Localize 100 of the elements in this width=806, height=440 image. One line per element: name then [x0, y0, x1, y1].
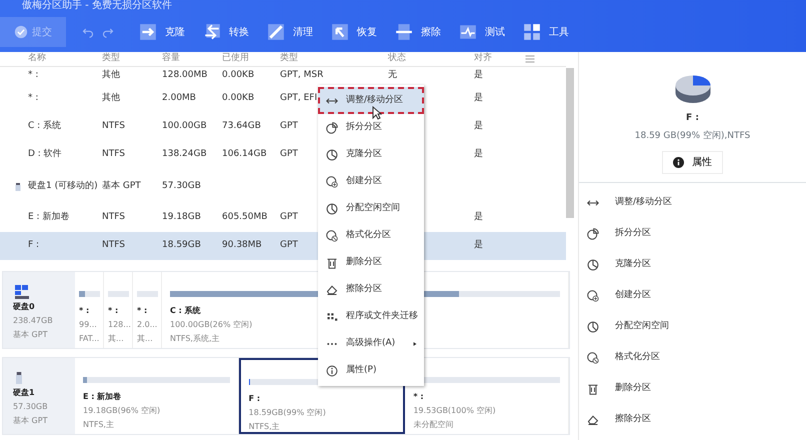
table-cell: 19.18GB	[162, 212, 201, 222]
scrollbar[interactable]	[566, 68, 574, 218]
table-cell: D : 软件	[28, 149, 62, 160]
action-item[interactable]: 调整/移动分区	[579, 187, 806, 218]
menu-item[interactable]: 擦除分区	[318, 276, 424, 303]
table-cell: 基本 GPT	[102, 180, 141, 191]
pie-icon	[587, 258, 599, 270]
pulse-icon	[459, 23, 477, 41]
partition-size: 19.18GB(96% 空闲)	[83, 405, 160, 417]
action-item[interactable]: 擦除分区	[579, 404, 806, 435]
action-item[interactable]: 删除分区	[579, 373, 806, 404]
table-cell: GPT	[280, 240, 298, 250]
menu-item[interactable]: 拆分分区	[318, 114, 424, 141]
table-cell: * :	[28, 93, 38, 104]
table-cell: 90.38MB	[222, 240, 262, 250]
table-cell: 硬盘1 (可移动的)	[28, 180, 98, 191]
disk-name: 硬盘1	[13, 387, 36, 399]
table-cell: C : 系统	[28, 121, 62, 132]
column-menu-icon	[524, 53, 536, 65]
menu-item[interactable]: 高级操作(A)	[318, 330, 424, 357]
partition-size: 100.00GB(26% 空闲)	[170, 319, 252, 331]
menu-item[interactable]: 分配空闲空间	[318, 195, 424, 222]
partition-block[interactable]: * : 99... FAT...	[75, 272, 104, 348]
toolbar-button[interactable]: 清理	[258, 17, 322, 47]
toolbar-button[interactable]: 转换	[194, 17, 258, 47]
partition-name: F :	[248, 393, 260, 405]
partition-name: E : 新加卷	[83, 391, 122, 403]
pie-icon	[326, 148, 338, 160]
action-item[interactable]: 拆分分区	[579, 218, 806, 249]
toolbar-button[interactable]: 恢复	[322, 17, 386, 47]
usage-bar	[108, 291, 129, 297]
menu-item[interactable]: 创建分区	[318, 168, 424, 195]
table-cell: 73.64GB	[222, 121, 261, 132]
partition-info: FAT...	[79, 333, 100, 345]
toolbar-button[interactable]: 工具	[514, 17, 578, 47]
table-cell: 128.00MB	[162, 70, 208, 80]
toolbar-button[interactable]: 克隆	[130, 17, 194, 47]
table-cell: GPT, MSR	[280, 70, 324, 80]
action-item[interactable]: 创建分区	[579, 280, 806, 311]
partition-size: 18.59GB(99% 空闲)	[248, 407, 326, 419]
table-cell: 138.24GB	[162, 149, 207, 160]
table-cell: 57.30GB	[162, 180, 201, 191]
cursor-icon	[372, 106, 382, 120]
clock-icon	[587, 320, 599, 332]
partition-name: * :	[108, 305, 118, 317]
table-cell: NTFS	[102, 240, 125, 250]
column-header[interactable]: 类型	[102, 53, 120, 64]
undo-icon	[82, 26, 94, 38]
table-cell: 18.59GB	[162, 240, 201, 250]
table-cell: 0.00KB	[222, 70, 254, 80]
column-header[interactable]: 对齐	[474, 53, 492, 64]
disk-name: 硬盘0	[13, 301, 36, 313]
table-cell: 是	[474, 70, 483, 80]
pie-icon	[587, 228, 599, 240]
pie-slash-icon	[587, 352, 599, 364]
window-title: 傲梅分区助手 - 免费无损分区软件	[21, 0, 172, 12]
menu-item[interactable]: 程序或文件夹迁移	[318, 303, 424, 330]
disk-type: 基本 GPT	[13, 415, 48, 427]
table-cell: 无	[388, 70, 397, 80]
action-item[interactable]: 分配空闲空间	[579, 311, 806, 342]
menu-item[interactable]: 调整/移动分区	[318, 87, 424, 114]
table-cell: 是	[474, 93, 483, 104]
column-header[interactable]: 容量	[162, 53, 180, 64]
pie-plus-icon	[326, 176, 338, 188]
trash-icon	[326, 256, 338, 268]
table-cell: F :	[28, 240, 40, 250]
partition-info: 其...	[137, 333, 153, 345]
partition-name: * :	[137, 305, 148, 317]
action-item[interactable]: 克隆分区	[579, 249, 806, 280]
partition-name: * :	[413, 391, 424, 403]
usage-bar	[137, 291, 158, 297]
table-cell: 106.14GB	[222, 149, 267, 160]
partition-block[interactable]: E : 新加卷 19.18GB(96% 空闲) NTFS,主	[75, 358, 239, 434]
dots-grid-icon	[326, 310, 338, 322]
column-header[interactable]: 状态	[388, 53, 406, 64]
table-cell: 是	[474, 149, 483, 160]
table-cell: 其他	[102, 70, 120, 80]
partition-name: F :	[686, 112, 699, 125]
restore-icon	[331, 23, 349, 41]
partition-block[interactable]: * : 2.0... 其...	[133, 272, 162, 348]
partition-block[interactable]: * : 128... 其...	[104, 272, 133, 348]
properties-button[interactable]: 属性	[662, 151, 723, 174]
table-cell: NTFS	[102, 149, 125, 160]
pie-slash-icon	[326, 230, 338, 242]
table-cell: GPT	[280, 149, 298, 160]
table-cell: 是	[474, 212, 483, 222]
column-header[interactable]: 名称	[28, 53, 46, 64]
menu-item[interactable]: 克隆分区	[318, 141, 424, 168]
usb-drive-icon	[13, 370, 25, 386]
column-header[interactable]: 已使用	[222, 53, 249, 64]
toolbar-button[interactable]: 测试	[450, 17, 514, 47]
table-cell: GPT	[280, 121, 298, 132]
partition-size: 128...	[108, 319, 131, 331]
toolbar-button[interactable]: 擦除	[386, 17, 450, 47]
table-cell: * :	[28, 70, 38, 80]
column-header[interactable]: 类型	[280, 53, 298, 64]
action-item[interactable]: 格式化分区	[579, 342, 806, 373]
partition-name: C : 系统	[170, 305, 201, 317]
table-cell: 2.00MB	[162, 93, 196, 104]
table-cell: GPT	[280, 212, 298, 222]
